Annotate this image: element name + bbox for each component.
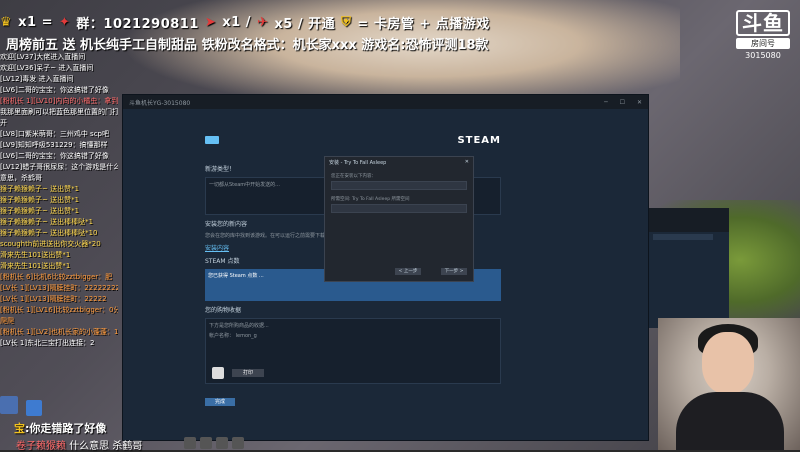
steam-page-header: STEAM — [203, 120, 503, 160]
chat-message: [LV长 1][LV13]隔膜挂町：22222222222 — [0, 284, 118, 292]
featured-chat-message: 宝:你走错路了好像 — [14, 420, 106, 436]
chat-message: 欢迎[LV37]大佬进入直播间 — [0, 53, 86, 61]
next-button[interactable]: 下一步 > — [441, 268, 467, 275]
stream-overlay-line2: 周榜前五 送 机长纯手工自制甜品 铁粉改名格式：机长家xxx 游戏名:恐怖评测1… — [6, 38, 489, 53]
chat-message: 猴子赖猴赖子~ 送出赞*1 — [0, 196, 80, 204]
chat-message: 开 — [0, 119, 7, 127]
maximize-icon[interactable]: ☐ — [620, 99, 625, 106]
chat-message: 欢迎[LV36]呆子~ 进入直播间 — [0, 64, 94, 72]
room-number: 3015080 — [745, 51, 781, 60]
overlay-seg-1: x1 = — [18, 14, 54, 30]
close-icon[interactable]: ✕ — [637, 99, 642, 106]
chat-message: [粉机长 6]比机6比较zztbigger：肥 — [0, 273, 113, 281]
steam-titlebar: 斗鱼机长YG-3015080 ─ ☐ ✕ — [123, 95, 648, 109]
dialog-close-icon[interactable]: ✕ — [465, 159, 469, 165]
taskbar-icon-1[interactable] — [184, 437, 196, 449]
chat-message: 猴子赖猴赖子~ 送出赞*1 — [0, 185, 80, 193]
dialog-label-1: 您正在安装以下内容： — [331, 174, 376, 179]
featured-chat-user-2: 卷子赖猴赖 — [16, 441, 66, 452]
streamer-face — [702, 332, 754, 394]
chat-message: [LV8]口紫米萌哥：三州鸡中 scp吧 — [0, 130, 109, 138]
streamer-body — [676, 392, 784, 450]
stream-overlay-line1: ♛ x1 = ✦ 群：1021290811 ➤ x1 / ✈ x5 / 开通 ⛨… — [0, 8, 560, 36]
chat-message: [粉机长 1][LV10]内向的小橘虫：拿到 — [0, 97, 118, 105]
taskbar-icon-3[interactable] — [216, 437, 228, 449]
taskbar-icon-4[interactable] — [232, 437, 244, 449]
chat-message: [LV6]二哥的宝宝：你这搞错了好像 — [0, 86, 109, 94]
chat-panel: 欢迎[LV37]大佬进入直播间 欢迎[LV36]呆子~ 进入直播间 [LV12]毒发… — [0, 52, 118, 392]
douyu-logo: 斗鱼 房间号 3015080 — [736, 10, 790, 60]
dialog-label-2: 所需空间: Try To Fall Asleep 所需空间 — [331, 197, 410, 202]
chat-message: [粉机长 1][LV2]也机长家的小蓬蓬：1 — [0, 328, 118, 336]
printer-icon — [212, 367, 224, 379]
chat-message: 猴子赖猴赖子~ 送出棒棒哒*10 — [0, 229, 98, 237]
steam-wordmark: STEAM — [457, 134, 501, 146]
chat-message: 猴子赖猴赖子~ 送出赞*1 — [0, 207, 80, 215]
chat-message: [LV12]蜡子哥很尿尿：这个游戏是什么 — [0, 163, 118, 171]
overlay-seg-5: = 卡房管 + 点播游戏 — [357, 16, 490, 32]
rocket-icon: ➤ — [204, 14, 217, 30]
minimize-icon[interactable]: ─ — [604, 99, 608, 106]
done-button[interactable]: 完成 — [205, 398, 235, 406]
back-button[interactable]: < 上一步 — [395, 268, 421, 275]
chat-message: 爬爬 — [0, 317, 14, 325]
receipt-description: 下方是您所购商品的收据... — [209, 323, 269, 329]
chat-message: scoughth前进送出你交火器*20 — [0, 240, 101, 248]
chat-message: 滑来先生101送出赞*1 — [0, 262, 71, 270]
dialog-field-1[interactable] — [331, 181, 467, 190]
chat-message: 猴子赖猴赖子~ 送出棒棒哒*1 — [0, 218, 94, 226]
plane-icon: ✈ — [257, 14, 269, 30]
account-label: 帐户名称： — [209, 333, 235, 339]
dialog-field-2[interactable] — [331, 204, 467, 213]
chat-message: [LV9]知知呼吸531229：搞懂那样 — [0, 141, 108, 149]
chat-message: 意思，杀鹤哥 — [0, 174, 42, 182]
dialog-titlebar: 安装 - Try To Fall Asleep ✕ — [325, 157, 473, 167]
crown-icon: ♛ — [0, 14, 13, 30]
background-window — [648, 208, 729, 328]
print-button[interactable]: 打印 — [232, 369, 264, 377]
steam-chip-icon — [205, 136, 219, 144]
background-window-bar — [653, 234, 713, 240]
taskbar-icon-2[interactable] — [200, 437, 212, 449]
webcam-feed — [658, 318, 800, 450]
chat-message: 我那里面刷可以把蓝色那里位置的门打 — [0, 108, 118, 116]
chat-message: [粉机长 1][LV16]比较zztbigger：0分 爬 — [0, 306, 118, 314]
featured-chat-text-2: 什么意思 杀鹤哥 — [69, 441, 143, 452]
gift-icon: ✦ — [59, 14, 71, 30]
chat-message: [LV长 1][LV13]隔膜挂町：22222 — [0, 295, 107, 303]
section-receipt: 您的购物收据 — [205, 307, 242, 314]
steam-window-title: 斗鱼机长YG-3015080 — [129, 99, 191, 107]
chat-message: [LV长 1]东北三宝打出连接：2 — [0, 339, 95, 347]
room-label: 房间号 — [736, 38, 790, 49]
taskbar-icons — [184, 436, 264, 450]
badge-icon: ⛨ — [341, 14, 352, 30]
desktop-app-icon[interactable] — [26, 400, 42, 416]
featured-chat-text: :你走错路了好像 — [25, 422, 107, 435]
background-window-titlebar — [649, 208, 729, 232]
dialog-title: 安装 - Try To Fall Asleep — [329, 159, 387, 166]
overlay-seg-4: x5 / 开通 — [274, 16, 336, 32]
dialog-buttons: < 上一步 下一步 > — [395, 268, 467, 275]
chat-message: [LV12]毒发 进入直播间 — [0, 75, 74, 83]
desktop-recycle-bin-icon[interactable] — [0, 396, 18, 414]
chat-message: [LV6]二哥的宝宝：你这搞错了好像 — [0, 152, 109, 160]
account-value: lemon_g — [235, 333, 257, 339]
overlay-seg-2: 群：1021290811 — [76, 16, 199, 32]
overlay-seg-3: x1 / — [222, 14, 252, 30]
featured-chat-user: 宝 — [14, 422, 25, 435]
install-dialog: 安装 - Try To Fall Asleep ✕ 您正在安装以下内容： 所需空… — [324, 156, 474, 282]
receipt-box: 下方是您所购商品的收据... 帐户名称： lemon_g 打印 — [205, 318, 501, 384]
logo-mark: 斗鱼 — [736, 10, 790, 36]
chat-message: 滑来先生101送出赞*1 — [0, 251, 71, 259]
